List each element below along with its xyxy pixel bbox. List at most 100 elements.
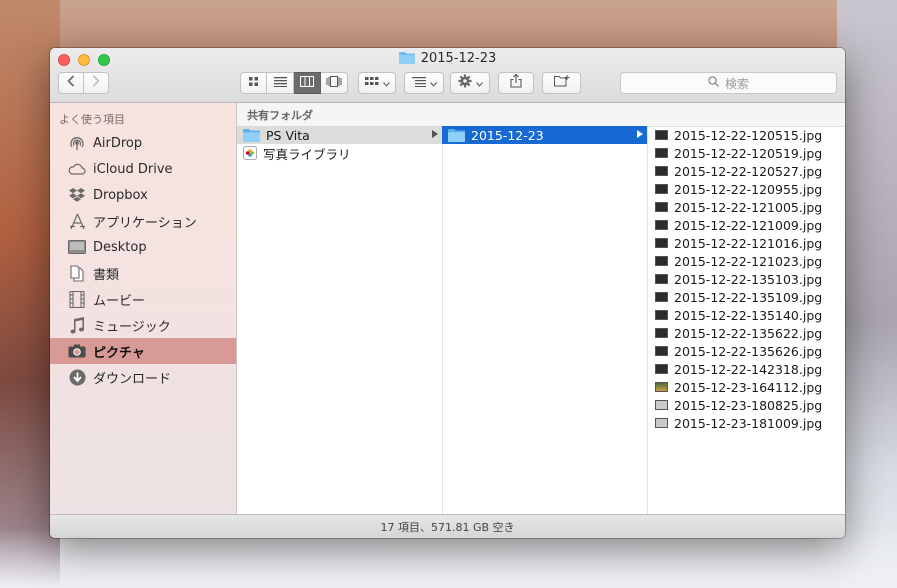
file-row[interactable]: 2015-12-22-135103.jpg <box>647 270 845 288</box>
file-name: 2015-12-23-180825.jpg <box>674 397 823 413</box>
sidebar-item-dropbox[interactable]: Dropbox <box>50 182 236 208</box>
dropbox-icon <box>67 186 87 204</box>
search-field[interactable]: 検索 <box>620 72 837 94</box>
sidebar-item-desktop[interactable]: Desktop <box>50 234 236 260</box>
file-row[interactable]: 2015-12-22-120527.jpg <box>647 162 845 180</box>
sidebar-item-label: ムービー <box>93 293 146 309</box>
file-row[interactable]: 2015-12-22-120519.jpg <box>647 144 845 162</box>
image-thumbnail-icon <box>655 418 668 428</box>
download-icon <box>67 368 87 386</box>
documents-icon <box>67 264 87 282</box>
forward-button[interactable] <box>83 72 109 94</box>
sidebar-item-cloud[interactable]: iCloud Drive <box>50 156 236 182</box>
list-item[interactable]: 写真ライブラリ <box>237 144 442 162</box>
file-row[interactable]: 2015-12-22-135626.jpg <box>647 342 845 360</box>
file-name: 2015-12-22-120519.jpg <box>674 145 823 161</box>
sidebar-item-label: ダウンロード <box>93 371 172 387</box>
file-row[interactable]: 2015-12-22-120515.jpg <box>647 126 845 144</box>
sidebar-item-applications[interactable]: アプリケーション <box>50 208 236 234</box>
airdrop-icon <box>67 134 87 152</box>
image-thumbnail-icon <box>655 220 668 230</box>
file-row[interactable]: 2015-12-22-121005.jpg <box>647 198 845 216</box>
disclosure-arrow-icon <box>432 130 438 138</box>
sidebar-item-label: 書類 <box>93 267 120 283</box>
search-placeholder: 検索 <box>724 76 749 91</box>
desktop-wallpaper-right <box>837 0 897 588</box>
list-view-icon <box>273 76 287 91</box>
file-row[interactable]: 2015-12-22-121023.jpg <box>647 252 845 270</box>
sidebar-item-airdrop[interactable]: AirDrop <box>50 130 236 156</box>
column-3[interactable]: 2015-12-22-120515.jpg 2015-12-22-120519.j… <box>647 126 845 515</box>
column-view-button[interactable] <box>294 72 321 94</box>
sidebar-item-movies[interactable]: ムービー <box>50 286 236 312</box>
sidebar-item-label: ピクチャ <box>93 345 145 361</box>
camera-icon <box>67 342 87 360</box>
file-name: 2015-12-22-135103.jpg <box>674 271 823 287</box>
sidebar-item-label: アプリケーション <box>93 215 197 231</box>
sidebar: よく使う項目 AirDrop iCloud Drive Dropbox アプリケーショ… <box>50 103 237 515</box>
icon-view-button[interactable] <box>240 72 267 94</box>
path-header: 共有フォルダ <box>237 103 845 127</box>
arrange-button[interactable] <box>358 72 396 94</box>
item-label: 2015-12-23 <box>471 127 544 143</box>
file-name: 2015-12-23-181009.jpg <box>674 415 823 431</box>
sidebar-item-camera[interactable]: ピクチャ <box>50 338 236 364</box>
item-label: 写真ライブラリ <box>263 146 351 162</box>
file-row[interactable]: 2015-12-22-121009.jpg <box>647 216 845 234</box>
file-row[interactable]: 2015-12-22-142318.jpg <box>647 360 845 378</box>
file-name: 2015-12-22-121009.jpg <box>674 217 823 233</box>
chevron-down-icon <box>475 76 483 91</box>
file-row[interactable]: 2015-12-23-164112.jpg <box>647 378 845 396</box>
list-item[interactable]: 2015-12-23 <box>442 126 647 144</box>
title-bar: 2015-12-23 検索 <box>50 48 845 103</box>
column-1[interactable]: PS Vita 写真ライブラリ <box>237 126 443 515</box>
file-row[interactable]: 2015-12-22-135140.jpg <box>647 306 845 324</box>
back-button[interactable] <box>58 72 84 94</box>
icon-view-icon <box>248 76 259 91</box>
share-button[interactable] <box>498 72 534 94</box>
sidebar-item-label: iCloud Drive <box>93 161 173 177</box>
chevron-down-icon <box>382 76 390 91</box>
image-thumbnail-icon <box>655 202 668 212</box>
list-view-button[interactable] <box>267 72 294 94</box>
sidebar-item-label: ミュージック <box>93 319 171 335</box>
chevron-right-icon <box>92 75 100 91</box>
new-folder-icon <box>553 75 570 91</box>
image-thumbnail-icon <box>655 274 668 284</box>
list-item[interactable]: PS Vita <box>237 126 442 144</box>
disclosure-arrow-icon <box>637 130 643 138</box>
column-2[interactable]: 2015-12-23 <box>442 126 648 515</box>
window-title-text: 2015-12-23 <box>420 51 497 66</box>
sidebar-item-download[interactable]: ダウンロード <box>50 364 236 390</box>
file-name: 2015-12-22-135622.jpg <box>674 325 823 341</box>
image-thumbnail-icon <box>655 238 668 248</box>
file-name: 2015-12-22-121023.jpg <box>674 253 823 269</box>
file-row[interactable]: 2015-12-22-135109.jpg <box>647 288 845 306</box>
file-row[interactable]: 2015-12-22-121016.jpg <box>647 234 845 252</box>
file-name: 2015-12-22-142318.jpg <box>674 361 823 377</box>
status-bar: 17 項目、571.81 GB 空き <box>50 514 845 538</box>
file-name: 2015-12-22-135109.jpg <box>674 289 823 305</box>
sidebar-item-documents[interactable]: 書類 <box>50 260 236 286</box>
image-thumbnail-icon <box>655 292 668 302</box>
gear-icon <box>458 74 472 92</box>
image-thumbnail-icon <box>655 256 668 266</box>
status-text: 17 項目、571.81 GB 空き <box>380 520 515 534</box>
file-name: 2015-12-22-121016.jpg <box>674 235 823 251</box>
action-menu-button[interactable] <box>450 72 490 94</box>
file-name: 2015-12-22-135626.jpg <box>674 343 823 359</box>
file-row[interactable]: 2015-12-23-181009.jpg <box>647 414 845 432</box>
coverflow-view-icon <box>326 75 342 91</box>
file-row[interactable]: 2015-12-22-135622.jpg <box>647 324 845 342</box>
image-thumbnail-icon <box>655 310 668 320</box>
new-folder-button[interactable] <box>542 72 581 94</box>
group-button[interactable] <box>404 72 444 94</box>
folder-icon <box>243 128 260 142</box>
group-list-icon <box>411 76 426 91</box>
coverflow-view-button[interactable] <box>321 72 348 94</box>
sidebar-item-music[interactable]: ミュージック <box>50 312 236 338</box>
file-row[interactable]: 2015-12-22-120955.jpg <box>647 180 845 198</box>
file-row[interactable]: 2015-12-23-180825.jpg <box>647 396 845 414</box>
window-title: 2015-12-23 <box>50 51 845 68</box>
chevron-down-icon <box>429 76 437 91</box>
